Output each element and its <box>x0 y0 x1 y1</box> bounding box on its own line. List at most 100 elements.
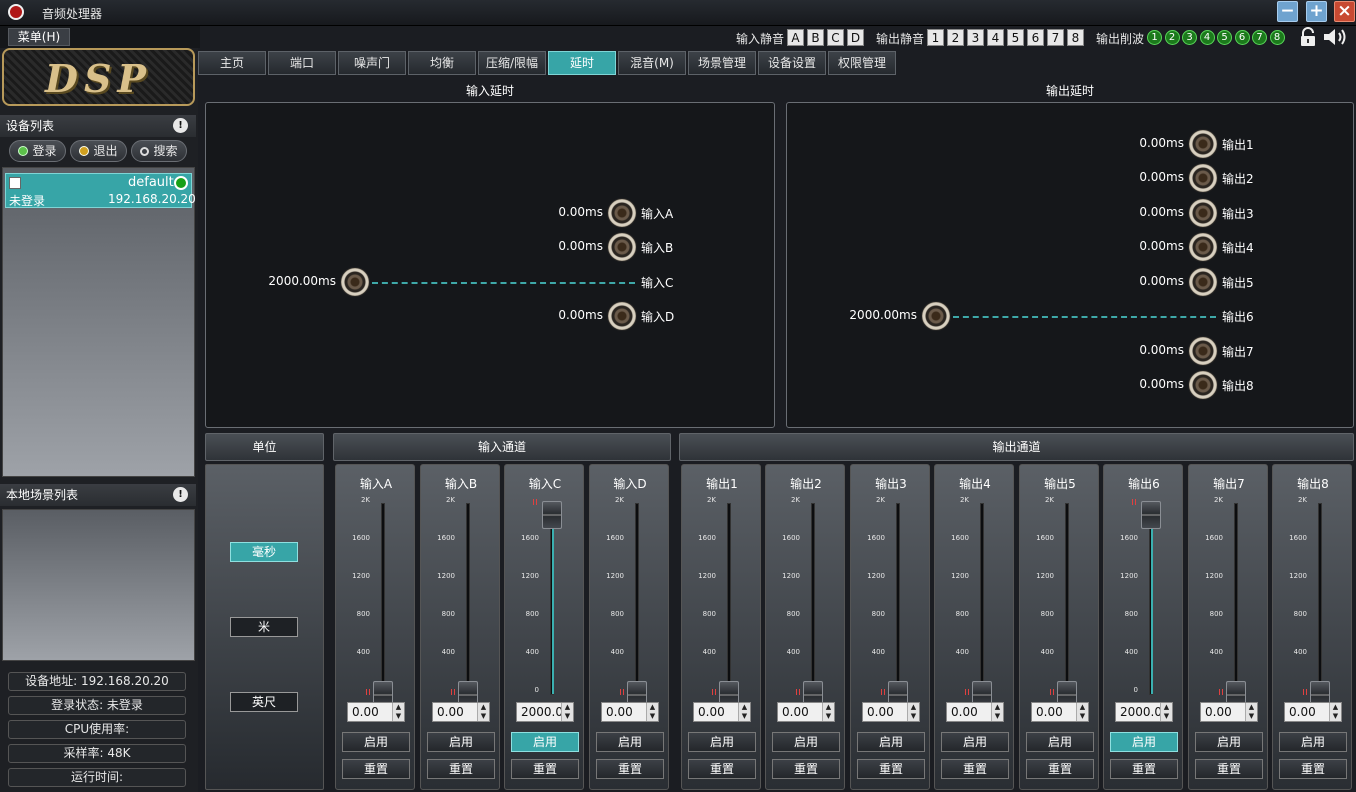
output-mute-3[interactable]: 3 <box>967 29 984 46</box>
delay-value-input[interactable]: 0.00 ▲ ▼ <box>693 702 751 722</box>
info-icon[interactable]: ! <box>173 487 188 502</box>
tab-7[interactable]: 场景管理 <box>688 51 756 75</box>
tab-4[interactable]: 压缩/限幅 <box>478 51 546 75</box>
reset-button[interactable]: 重置 <box>427 759 495 779</box>
spin-arrows-icon[interactable]: ▲ ▼ <box>646 703 658 721</box>
delay-knob-icon[interactable] <box>1188 267 1218 297</box>
input-mute-C[interactable]: C <box>827 29 844 46</box>
speaker-icon[interactable] <box>1322 26 1350 48</box>
unit-option-2[interactable]: 英尺 <box>230 692 298 712</box>
input-mute-B[interactable]: B <box>807 29 824 46</box>
logout-button[interactable]: 退出 <box>70 140 127 162</box>
reset-button[interactable]: 重置 <box>1110 759 1178 779</box>
tab-8[interactable]: 设备设置 <box>758 51 826 75</box>
unit-option-1[interactable]: 米 <box>230 617 298 637</box>
delay-value-input[interactable]: 0.00 ▲ ▼ <box>1031 702 1089 722</box>
spin-arrows-icon[interactable]: ▲ ▼ <box>1245 703 1257 721</box>
fader-thumb[interactable] <box>1141 501 1161 529</box>
spin-arrows-icon[interactable]: ▲ ▼ <box>1160 703 1172 721</box>
delay-knob-icon[interactable] <box>607 232 637 262</box>
fader-thumb[interactable] <box>542 501 562 529</box>
close-button[interactable]: × <box>1334 1 1355 22</box>
tab-3[interactable]: 均衡 <box>408 51 476 75</box>
enable-button[interactable]: 启用 <box>772 732 840 752</box>
enable-button[interactable]: 启用 <box>596 732 664 752</box>
input-mute-A[interactable]: A <box>787 29 804 46</box>
output-mute-5[interactable]: 5 <box>1007 29 1024 46</box>
spin-arrows-icon[interactable]: ▲ ▼ <box>561 703 573 721</box>
device-checkbox[interactable] <box>9 177 21 189</box>
output-mute-8[interactable]: 8 <box>1067 29 1084 46</box>
spin-arrows-icon[interactable]: ▲ ▼ <box>1329 703 1341 721</box>
delay-value-input[interactable]: 0.00 ▲ ▼ <box>862 702 920 722</box>
enable-button[interactable]: 启用 <box>1279 732 1347 752</box>
tab-1[interactable]: 端口 <box>268 51 336 75</box>
reset-button[interactable]: 重置 <box>342 759 410 779</box>
delay-value-input[interactable]: 0.00 ▲ ▼ <box>1200 702 1258 722</box>
enable-button[interactable]: 启用 <box>1195 732 1263 752</box>
delay-value-input[interactable]: 0.00 ▲ ▼ <box>946 702 1004 722</box>
enable-button[interactable]: 启用 <box>1110 732 1178 752</box>
delay-knob-icon[interactable] <box>1188 370 1218 400</box>
output-mute-7[interactable]: 7 <box>1047 29 1064 46</box>
info-icon[interactable]: ! <box>173 118 188 133</box>
minimize-button[interactable]: − <box>1277 1 1298 22</box>
tab-9[interactable]: 权限管理 <box>828 51 896 75</box>
reset-button[interactable]: 重置 <box>511 759 579 779</box>
delay-value-input[interactable]: 0.00 ▲ ▼ <box>432 702 490 722</box>
delay-knob-icon[interactable] <box>340 267 370 297</box>
delay-knob-icon[interactable] <box>1188 163 1218 193</box>
spin-arrows-icon[interactable]: ▲ ▼ <box>1076 703 1088 721</box>
reset-button[interactable]: 重置 <box>857 759 925 779</box>
delay-value-input[interactable]: 0.00 ▲ ▼ <box>1284 702 1342 722</box>
reset-button[interactable]: 重置 <box>1279 759 1347 779</box>
enable-button[interactable]: 启用 <box>427 732 495 752</box>
spin-arrows-icon[interactable]: ▲ ▼ <box>392 703 404 721</box>
delay-knob-icon[interactable] <box>1188 198 1218 228</box>
delay-knob-icon[interactable] <box>1188 232 1218 262</box>
tab-5[interactable]: 延时 <box>548 51 616 75</box>
enable-button[interactable]: 启用 <box>342 732 410 752</box>
output-mute-1[interactable]: 1 <box>927 29 944 46</box>
delay-knob-icon[interactable] <box>607 301 637 331</box>
spin-arrows-icon[interactable]: ▲ ▼ <box>822 703 834 721</box>
delay-knob-icon[interactable] <box>1188 129 1218 159</box>
delay-knob-icon[interactable] <box>1188 336 1218 366</box>
enable-button[interactable]: 启用 <box>688 732 756 752</box>
delay-value-input[interactable]: 0.00 ▲ ▼ <box>777 702 835 722</box>
output-mute-2[interactable]: 2 <box>947 29 964 46</box>
reset-button[interactable]: 重置 <box>596 759 664 779</box>
output-mute-6[interactable]: 6 <box>1027 29 1044 46</box>
spin-arrows-icon[interactable]: ▲ ▼ <box>477 703 489 721</box>
tab-6[interactable]: 混音(M) <box>618 51 686 75</box>
menu-button[interactable]: 菜单(H) <box>8 28 70 46</box>
delay-knob-icon[interactable] <box>921 301 951 331</box>
maximize-button[interactable]: + <box>1306 1 1327 22</box>
reset-button[interactable]: 重置 <box>1026 759 1094 779</box>
delay-value-input[interactable]: 2000.00 ▲ ▼ <box>516 702 574 722</box>
delay-value-input[interactable]: 2000.00 ▲ ▼ <box>1115 702 1173 722</box>
enable-button[interactable]: 启用 <box>511 732 579 752</box>
login-button[interactable]: 登录 <box>9 140 66 162</box>
delay-value-input[interactable]: 0.00 ▲ ▼ <box>347 702 405 722</box>
reset-button[interactable]: 重置 <box>688 759 756 779</box>
device-row[interactable]: default 未登录 192.168.20.20 <box>5 173 196 208</box>
lock-icon[interactable] <box>1298 27 1318 47</box>
spin-arrows-icon[interactable]: ▲ ▼ <box>907 703 919 721</box>
reset-button[interactable]: 重置 <box>772 759 840 779</box>
enable-button[interactable]: 启用 <box>857 732 925 752</box>
enable-button[interactable]: 启用 <box>941 732 1009 752</box>
input-mute-D[interactable]: D <box>847 29 864 46</box>
unit-option-0[interactable]: 毫秒 <box>230 542 298 562</box>
output-mute-4[interactable]: 4 <box>987 29 1004 46</box>
reset-button[interactable]: 重置 <box>941 759 1009 779</box>
tab-2[interactable]: 噪声门 <box>338 51 406 75</box>
spin-arrows-icon[interactable]: ▲ ▼ <box>738 703 750 721</box>
delay-value-input[interactable]: 0.00 ▲ ▼ <box>601 702 659 722</box>
search-button[interactable]: 搜索 <box>131 140 187 162</box>
delay-knob-icon[interactable] <box>607 198 637 228</box>
spin-arrows-icon[interactable]: ▲ ▼ <box>991 703 1003 721</box>
reset-button[interactable]: 重置 <box>1195 759 1263 779</box>
tab-0[interactable]: 主页 <box>198 51 266 75</box>
enable-button[interactable]: 启用 <box>1026 732 1094 752</box>
